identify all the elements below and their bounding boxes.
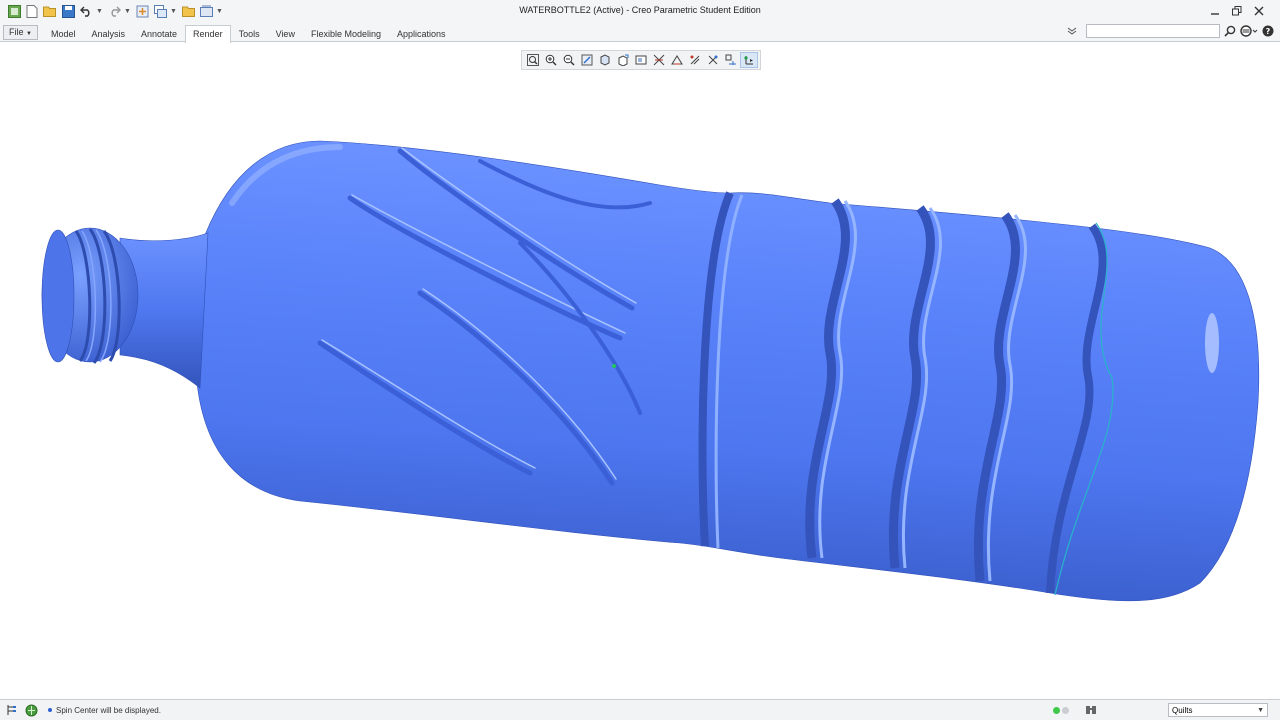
svg-text:?: ? [1266, 27, 1271, 36]
refit-icon[interactable] [524, 52, 542, 68]
file-menu-label: File [9, 27, 24, 37]
cap-face [41, 229, 75, 363]
window-controls [1204, 4, 1270, 18]
help-icon[interactable]: ? [1260, 23, 1276, 39]
minimize-icon[interactable] [1204, 4, 1226, 18]
ribbon-tabs: File ▼ Model Analysis Annotate Render To… [3, 25, 454, 43]
spin-center-marker [612, 364, 616, 368]
status-light-green [1053, 706, 1060, 714]
repaint-icon[interactable] [578, 52, 596, 68]
tab-model[interactable]: Model [43, 25, 84, 42]
tab-flexible-modeling[interactable]: Flexible Modeling [303, 25, 389, 42]
spin-center-icon[interactable] [740, 52, 758, 68]
tab-analysis[interactable]: Analysis [84, 25, 134, 42]
ribbon-minimize-icon[interactable] [1064, 23, 1080, 39]
annotation-display-icon[interactable] [668, 52, 686, 68]
axis-display-icon[interactable] [686, 52, 704, 68]
chevron-down-icon: ▼ [1257, 706, 1264, 714]
message-bullet-icon [48, 708, 52, 712]
model-viewport[interactable] [0, 43, 1280, 699]
status-message: Spin Center will be displayed. [56, 705, 161, 715]
close-icon[interactable] [1248, 4, 1270, 18]
selection-filter-select[interactable]: Quilts ▼ [1168, 703, 1268, 717]
search-input[interactable] [1086, 24, 1220, 38]
title-bar: ▼ ▼ ▼ ▼ WATERBOTTLE2 (Active) - Creo Par… [0, 0, 1280, 22]
tab-annotate[interactable]: Annotate [133, 25, 185, 42]
tab-applications[interactable]: Applications [389, 25, 454, 42]
selection-filter-value: Quilts [1172, 705, 1193, 715]
regeneration-status [1053, 706, 1069, 714]
saved-orientations-icon[interactable] [614, 52, 632, 68]
status-light-off [1062, 706, 1069, 714]
tab-render[interactable]: Render [185, 25, 231, 43]
zoom-out-icon[interactable] [560, 52, 578, 68]
in-graphics-toolbar [521, 50, 761, 70]
file-menu-button[interactable]: File ▼ [3, 25, 38, 40]
tab-tools[interactable]: Tools [231, 25, 268, 42]
ribbon-right-controls: ? [1064, 23, 1276, 39]
zoom-in-icon[interactable] [542, 52, 560, 68]
datum-display-icon[interactable] [650, 52, 668, 68]
status-left: Spin Center will be displayed. [4, 702, 161, 718]
base-highlight [1205, 313, 1219, 373]
restore-icon[interactable] [1226, 4, 1248, 18]
tab-view[interactable]: View [268, 25, 303, 42]
window-title: WATERBOTTLE2 (Active) - Creo Parametric … [519, 5, 761, 15]
graphics-area[interactable] [0, 43, 1280, 699]
status-bar: Spin Center will be displayed. Quilts ▼ [0, 699, 1280, 720]
chevron-down-icon: ▼ [26, 31, 32, 37]
point-display-icon[interactable] [704, 52, 722, 68]
community-icon[interactable] [1238, 23, 1260, 39]
search-icon[interactable] [1222, 23, 1238, 39]
creo-window: ▼ ▼ ▼ ▼ WATERBOTTLE2 (Active) - Creo Par… [0, 0, 1280, 720]
selection-filter-icon[interactable] [1083, 702, 1099, 718]
display-style-icon[interactable] [596, 52, 614, 68]
navigator-toggle-icon[interactable] [4, 702, 20, 718]
message-area: Spin Center will be displayed. [48, 706, 161, 715]
browser-toggle-icon[interactable] [23, 702, 39, 718]
view-manager-icon[interactable] [632, 52, 650, 68]
csys-display-icon[interactable] [722, 52, 740, 68]
status-right: Quilts ▼ [1053, 702, 1268, 718]
ribbon: File ▼ Model Analysis Annotate Render To… [0, 22, 1280, 43]
